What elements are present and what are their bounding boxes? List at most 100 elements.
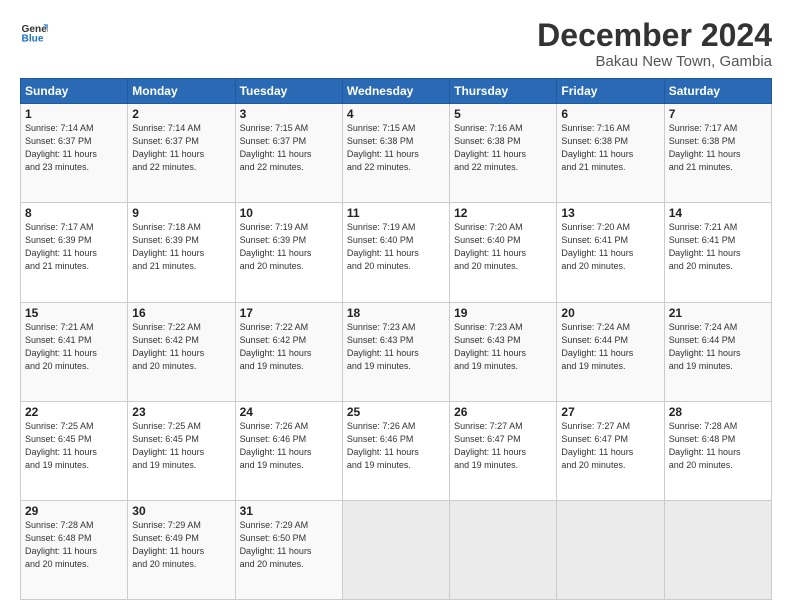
calendar-day-cell: 21Sunrise: 7:24 AM Sunset: 6:44 PM Dayli…: [664, 302, 771, 401]
day-number: 26: [454, 405, 552, 419]
calendar-day-cell: 10Sunrise: 7:19 AM Sunset: 6:39 PM Dayli…: [235, 203, 342, 302]
calendar-day-cell: 16Sunrise: 7:22 AM Sunset: 6:42 PM Dayli…: [128, 302, 235, 401]
calendar-day-cell: [450, 500, 557, 599]
calendar-day-cell: 13Sunrise: 7:20 AM Sunset: 6:41 PM Dayli…: [557, 203, 664, 302]
day-info: Sunrise: 7:15 AM Sunset: 6:37 PM Dayligh…: [240, 122, 338, 174]
day-info: Sunrise: 7:14 AM Sunset: 6:37 PM Dayligh…: [25, 122, 123, 174]
month-title: December 2024: [537, 18, 772, 53]
day-number: 6: [561, 107, 659, 121]
day-info: Sunrise: 7:22 AM Sunset: 6:42 PM Dayligh…: [132, 321, 230, 373]
calendar-header-cell: Wednesday: [342, 79, 449, 104]
calendar-day-cell: [342, 500, 449, 599]
day-info: Sunrise: 7:28 AM Sunset: 6:48 PM Dayligh…: [669, 420, 767, 472]
calendar-week-row: 22 Sunrise: 7:25 AM Sunset: 6:45 PM Dayli…: [21, 401, 772, 500]
day-number: 29: [25, 504, 123, 518]
day-info: Sunrise: 7:26 AM Sunset: 6:46 PM Dayligh…: [240, 420, 338, 472]
calendar-header-cell: Tuesday: [235, 79, 342, 104]
day-number: 2: [132, 107, 230, 121]
calendar-day-cell: 28Sunrise: 7:28 AM Sunset: 6:48 PM Dayli…: [664, 401, 771, 500]
calendar-week-row: 29Sunrise: 7:28 AM Sunset: 6:48 PM Dayli…: [21, 500, 772, 599]
day-number: 7: [669, 107, 767, 121]
day-number: 1: [25, 107, 123, 121]
day-number: 14: [669, 206, 767, 220]
day-info: Sunrise: 7:20 AM Sunset: 6:40 PM Dayligh…: [454, 221, 552, 273]
day-number: 18: [347, 306, 445, 320]
header: General Blue December 2024 Bakau New Tow…: [20, 18, 772, 70]
day-info: Sunrise: 7:18 AM Sunset: 6:39 PM Dayligh…: [132, 221, 230, 273]
day-info: Sunrise: 7:23 AM Sunset: 6:43 PM Dayligh…: [347, 321, 445, 373]
day-info: Sunrise: 7:25 AM Sunset: 6:45 PM Dayligh…: [132, 420, 230, 472]
calendar-day-cell: 9Sunrise: 7:18 AM Sunset: 6:39 PM Daylig…: [128, 203, 235, 302]
calendar-day-cell: 18Sunrise: 7:23 AM Sunset: 6:43 PM Dayli…: [342, 302, 449, 401]
day-number: 5: [454, 107, 552, 121]
calendar-body: 1Sunrise: 7:14 AM Sunset: 6:37 PM Daylig…: [21, 104, 772, 600]
calendar-day-cell: 7Sunrise: 7:17 AM Sunset: 6:38 PM Daylig…: [664, 104, 771, 203]
day-info: Sunrise: 7:27 AM Sunset: 6:47 PM Dayligh…: [561, 420, 659, 472]
svg-text:Blue: Blue: [22, 33, 44, 44]
calendar-day-cell: 27Sunrise: 7:27 AM Sunset: 6:47 PM Dayli…: [557, 401, 664, 500]
day-number: 8: [25, 206, 123, 220]
calendar-day-cell: 23Sunrise: 7:25 AM Sunset: 6:45 PM Dayli…: [128, 401, 235, 500]
day-number: 25: [347, 405, 445, 419]
calendar-day-cell: 29Sunrise: 7:28 AM Sunset: 6:48 PM Dayli…: [21, 500, 128, 599]
day-number: 30: [132, 504, 230, 518]
calendar-day-cell: 25Sunrise: 7:26 AM Sunset: 6:46 PM Dayli…: [342, 401, 449, 500]
day-info: Sunrise: 7:20 AM Sunset: 6:41 PM Dayligh…: [561, 221, 659, 273]
day-number: 4: [347, 107, 445, 121]
day-info: Sunrise: 7:15 AM Sunset: 6:38 PM Dayligh…: [347, 122, 445, 174]
day-info: Sunrise: 7:21 AM Sunset: 6:41 PM Dayligh…: [25, 321, 123, 373]
day-number: 24: [240, 405, 338, 419]
day-info: Sunrise: 7:21 AM Sunset: 6:41 PM Dayligh…: [669, 221, 767, 273]
day-info: Sunrise: 7:17 AM Sunset: 6:38 PM Dayligh…: [669, 122, 767, 174]
calendar-day-cell: 20Sunrise: 7:24 AM Sunset: 6:44 PM Dayli…: [557, 302, 664, 401]
day-info: Sunrise: 7:19 AM Sunset: 6:40 PM Dayligh…: [347, 221, 445, 273]
day-info: Sunrise: 7:24 AM Sunset: 6:44 PM Dayligh…: [669, 321, 767, 373]
calendar-day-cell: 12Sunrise: 7:20 AM Sunset: 6:40 PM Dayli…: [450, 203, 557, 302]
day-number: 28: [669, 405, 767, 419]
day-number: 19: [454, 306, 552, 320]
calendar-day-cell: 26Sunrise: 7:27 AM Sunset: 6:47 PM Dayli…: [450, 401, 557, 500]
logo-icon: General Blue: [20, 18, 48, 46]
calendar-day-cell: 3Sunrise: 7:15 AM Sunset: 6:37 PM Daylig…: [235, 104, 342, 203]
logo: General Blue: [20, 18, 48, 46]
title-block: December 2024 Bakau New Town, Gambia: [537, 18, 772, 70]
calendar-day-cell: [557, 500, 664, 599]
calendar-header-cell: Friday: [557, 79, 664, 104]
day-number: 21: [669, 306, 767, 320]
calendar-day-cell: 4Sunrise: 7:15 AM Sunset: 6:38 PM Daylig…: [342, 104, 449, 203]
page: General Blue December 2024 Bakau New Tow…: [0, 0, 792, 612]
day-number: 9: [132, 206, 230, 220]
calendar-header-cell: Thursday: [450, 79, 557, 104]
day-info: Sunrise: 7:19 AM Sunset: 6:39 PM Dayligh…: [240, 221, 338, 273]
calendar-day-cell: 14Sunrise: 7:21 AM Sunset: 6:41 PM Dayli…: [664, 203, 771, 302]
calendar-day-cell: 15Sunrise: 7:21 AM Sunset: 6:41 PM Dayli…: [21, 302, 128, 401]
calendar-header-cell: Monday: [128, 79, 235, 104]
day-number: 17: [240, 306, 338, 320]
calendar-day-cell: 8Sunrise: 7:17 AM Sunset: 6:39 PM Daylig…: [21, 203, 128, 302]
calendar-day-cell: 17Sunrise: 7:22 AM Sunset: 6:42 PM Dayli…: [235, 302, 342, 401]
day-number: 22: [25, 405, 123, 419]
calendar-week-row: 1Sunrise: 7:14 AM Sunset: 6:37 PM Daylig…: [21, 104, 772, 203]
calendar-day-cell: [664, 500, 771, 599]
day-info: Sunrise: 7:23 AM Sunset: 6:43 PM Dayligh…: [454, 321, 552, 373]
calendar-day-cell: 1Sunrise: 7:14 AM Sunset: 6:37 PM Daylig…: [21, 104, 128, 203]
day-number: 10: [240, 206, 338, 220]
day-info: Sunrise: 7:17 AM Sunset: 6:39 PM Dayligh…: [25, 221, 123, 273]
day-number: 11: [347, 206, 445, 220]
calendar-day-cell: 22Sunrise: 7:25 AM Sunset: 6:45 PM Dayli…: [21, 401, 128, 500]
calendar-day-cell: 5Sunrise: 7:16 AM Sunset: 6:38 PM Daylig…: [450, 104, 557, 203]
day-number: 31: [240, 504, 338, 518]
calendar-header-cell: Sunday: [21, 79, 128, 104]
day-info: Sunrise: 7:29 AM Sunset: 6:49 PM Dayligh…: [132, 519, 230, 571]
location-title: Bakau New Town, Gambia: [537, 53, 772, 70]
calendar-table: SundayMondayTuesdayWednesdayThursdayFrid…: [20, 78, 772, 600]
day-number: 20: [561, 306, 659, 320]
day-info: Sunrise: 7:16 AM Sunset: 6:38 PM Dayligh…: [454, 122, 552, 174]
day-number: 12: [454, 206, 552, 220]
day-info: Sunrise: 7:24 AM Sunset: 6:44 PM Dayligh…: [561, 321, 659, 373]
calendar-day-cell: 31Sunrise: 7:29 AM Sunset: 6:50 PM Dayli…: [235, 500, 342, 599]
day-info: Sunrise: 7:16 AM Sunset: 6:38 PM Dayligh…: [561, 122, 659, 174]
day-info: Sunrise: 7:28 AM Sunset: 6:48 PM Dayligh…: [25, 519, 123, 571]
day-info: Sunrise: 7:22 AM Sunset: 6:42 PM Dayligh…: [240, 321, 338, 373]
day-number: 23: [132, 405, 230, 419]
